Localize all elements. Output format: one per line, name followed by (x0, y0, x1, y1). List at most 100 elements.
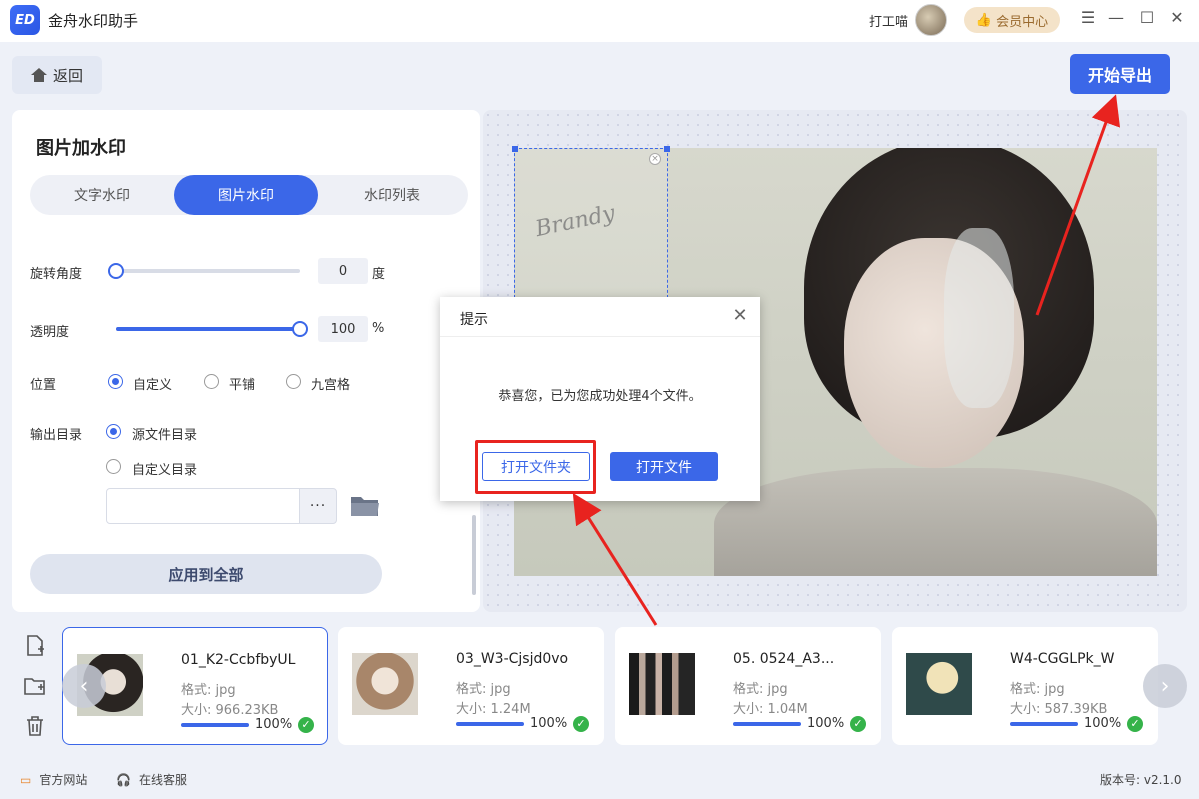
add-file-icon[interactable] (24, 635, 46, 657)
position-tile-label[interactable]: 平铺 (229, 374, 255, 393)
position-label: 位置 (30, 378, 57, 393)
check-icon: ✓ (1127, 716, 1143, 732)
file-name: 03_W3-Cjsjd0vo (456, 651, 569, 667)
output-custom-label[interactable]: 自定义目录 (132, 459, 197, 478)
home-icon (30, 68, 47, 82)
file-format: 格式: jpg (181, 683, 236, 698)
opacity-slider-fill (116, 327, 300, 331)
rotation-slider-knob[interactable] (108, 263, 124, 279)
file-progress (733, 722, 801, 726)
watermark-remove-icon[interactable]: × (649, 153, 661, 165)
browse-button[interactable]: ··· (299, 488, 337, 524)
file-card[interactable]: 05. 0524_A3... 格式: jpg 大小: 1.04M 100% ✓ (615, 627, 881, 745)
file-name: 05. 0524_A3... (733, 651, 835, 667)
start-export-button[interactable]: 开始导出 (1070, 54, 1170, 94)
avatar[interactable] (915, 4, 947, 36)
file-name: 01_K2-CcbfbyUL (181, 652, 296, 668)
file-progress-text: 100% (255, 717, 293, 732)
version-text: 版本号: v2.1.0 (1100, 773, 1182, 787)
watermark-signature: Brandy (533, 200, 618, 243)
output-path-input[interactable] (106, 488, 300, 524)
file-progress-text: 100% (1084, 716, 1122, 731)
file-progress (456, 722, 524, 726)
minimize-icon[interactable]: — (1106, 8, 1126, 27)
official-website-link[interactable]: ▭ 官方网站 (20, 771, 87, 788)
file-size: 大小: 587.39KB (1010, 702, 1108, 717)
highlight-box (475, 440, 596, 494)
maximize-icon[interactable]: ☐ (1137, 8, 1157, 27)
file-size: 大小: 1.04M (733, 702, 808, 717)
position-grid-radio[interactable] (286, 374, 301, 389)
app-title: 金舟水印助手 (48, 12, 139, 30)
watermark-tabs: 文字水印 图片水印 水印列表 (30, 175, 468, 215)
vip-center-button[interactable]: 👍 会员中心 (964, 7, 1060, 33)
position-grid-label[interactable]: 九宫格 (311, 374, 350, 393)
tab-text-watermark[interactable]: 文字水印 (30, 175, 174, 215)
online-support-label: 在线客服 (138, 773, 187, 787)
close-window-icon[interactable]: ✕ (1167, 8, 1187, 27)
vip-center-label: 会员中心 (996, 14, 1049, 30)
dialog-header: 提示 ✕ (440, 297, 760, 337)
dialog-title: 提示 (460, 312, 488, 328)
back-label: 返回 (52, 66, 83, 85)
resize-handle-tl[interactable] (512, 146, 518, 152)
position-custom-radio[interactable] (108, 374, 123, 389)
position-tile-radio[interactable] (204, 374, 219, 389)
file-format: 格式: jpg (1010, 682, 1065, 697)
file-thumbnail (352, 653, 418, 715)
title-bar: ED 金舟水印助手 打工喵 👍 会员中心 ☰ — ☐ ✕ (0, 0, 1199, 42)
opacity-value[interactable]: 100 (318, 316, 368, 342)
file-name: W4-CGGLPk_W (1010, 651, 1115, 667)
back-button[interactable]: 返回 (12, 56, 102, 94)
panel-scrollbar[interactable] (472, 515, 476, 595)
file-size: 大小: 966.23KB (181, 703, 279, 718)
tab-watermark-list[interactable]: 水印列表 (320, 175, 464, 215)
dialog-close-icon[interactable]: ✕ (730, 305, 750, 326)
file-size: 大小: 1.24M (456, 702, 531, 717)
add-folder-icon[interactable] (24, 675, 46, 697)
file-thumbnail (906, 653, 972, 715)
output-source-label[interactable]: 源文件目录 (132, 424, 197, 443)
position-custom-label[interactable]: 自定义 (133, 374, 172, 393)
chevron-right-icon[interactable]: › (1143, 664, 1187, 708)
rotation-value[interactable]: 0 (318, 258, 368, 284)
photo-splash (944, 228, 1014, 408)
monitor-icon: ▭ (20, 772, 32, 787)
file-thumbnail (629, 653, 695, 715)
output-source-radio[interactable] (106, 424, 121, 439)
file-tools (12, 627, 58, 745)
resize-handle-tr[interactable] (664, 146, 670, 152)
file-card[interactable]: 03_W3-Cjsjd0vo 格式: jpg 大小: 1.24M 100% ✓ (338, 627, 604, 745)
opacity-unit: % (372, 321, 385, 336)
file-card[interactable]: W4-CGGLPk_W 格式: jpg 大小: 587.39KB 100% ✓ (892, 627, 1158, 745)
rotation-label: 旋转角度 (30, 267, 83, 282)
chevron-left-icon[interactable]: ‹ (62, 664, 106, 708)
opacity-label: 透明度 (30, 325, 70, 340)
dialog-message: 恭喜您，已为您成功处理4个文件。 (498, 389, 702, 404)
output-dir-label: 输出目录 (30, 428, 83, 443)
username[interactable]: 打工喵 (869, 11, 908, 30)
menu-icon[interactable]: ☰ (1078, 8, 1098, 27)
online-support-link[interactable]: 🎧 在线客服 (116, 771, 187, 788)
file-progress (1010, 722, 1078, 726)
apply-all-button[interactable]: 应用到全部 (30, 554, 382, 594)
panel-title: 图片加水印 (36, 138, 126, 159)
rotation-slider[interactable] (116, 269, 300, 273)
open-file-button[interactable]: 打开文件 (610, 452, 718, 481)
rotation-unit: 度 (372, 267, 386, 282)
file-format: 格式: jpg (733, 682, 788, 697)
watermark-box[interactable]: Brandy × (512, 146, 670, 298)
folder-icon[interactable] (350, 494, 380, 518)
check-icon: ✓ (298, 717, 314, 733)
file-format: 格式: jpg (456, 682, 511, 697)
output-custom-radio[interactable] (106, 459, 121, 474)
tab-image-watermark[interactable]: 图片水印 (174, 175, 318, 215)
headset-icon: 🎧 (116, 772, 131, 787)
delete-icon[interactable] (24, 715, 46, 737)
file-progress (181, 723, 249, 727)
check-icon: ✓ (850, 716, 866, 732)
photo-body (714, 468, 1157, 576)
app-logo: ED (10, 5, 40, 35)
official-website-label: 官方网站 (39, 773, 88, 787)
opacity-slider-knob[interactable] (292, 321, 308, 337)
